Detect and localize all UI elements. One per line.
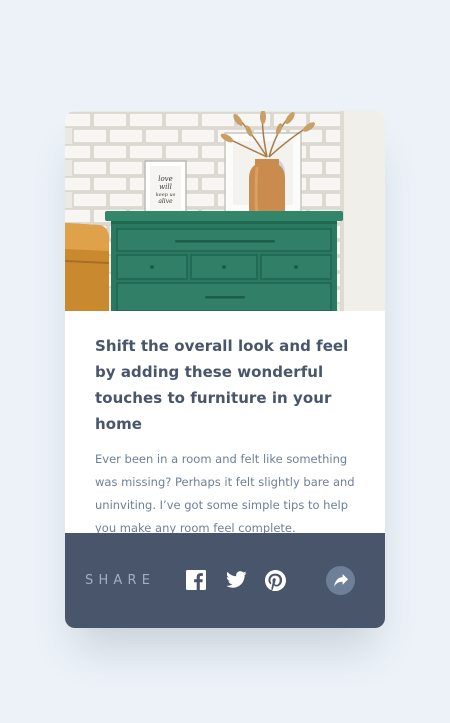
share-button[interactable] (326, 566, 355, 595)
article-excerpt: Ever been in a room and felt like someth… (95, 452, 355, 535)
share-arrow-icon (334, 574, 348, 587)
pinterest-icon[interactable] (265, 570, 286, 591)
article-title[interactable]: Shift the overall look and feel by addin… (95, 333, 357, 437)
article-preview-card: love will keep us alive Shift the overal… (65, 111, 385, 628)
share-label: SHARE (85, 573, 156, 588)
svg-text:will: will (159, 183, 172, 191)
twitter-icon[interactable] (226, 571, 247, 589)
share-bar: SHARE (65, 533, 385, 628)
article-content: Shift the overall look and feel by addin… (95, 333, 357, 540)
svg-text:love: love (158, 175, 173, 183)
facebook-icon[interactable] (186, 570, 206, 590)
article-image: love will keep us alive (65, 111, 385, 311)
svg-text:alive: alive (158, 198, 173, 205)
